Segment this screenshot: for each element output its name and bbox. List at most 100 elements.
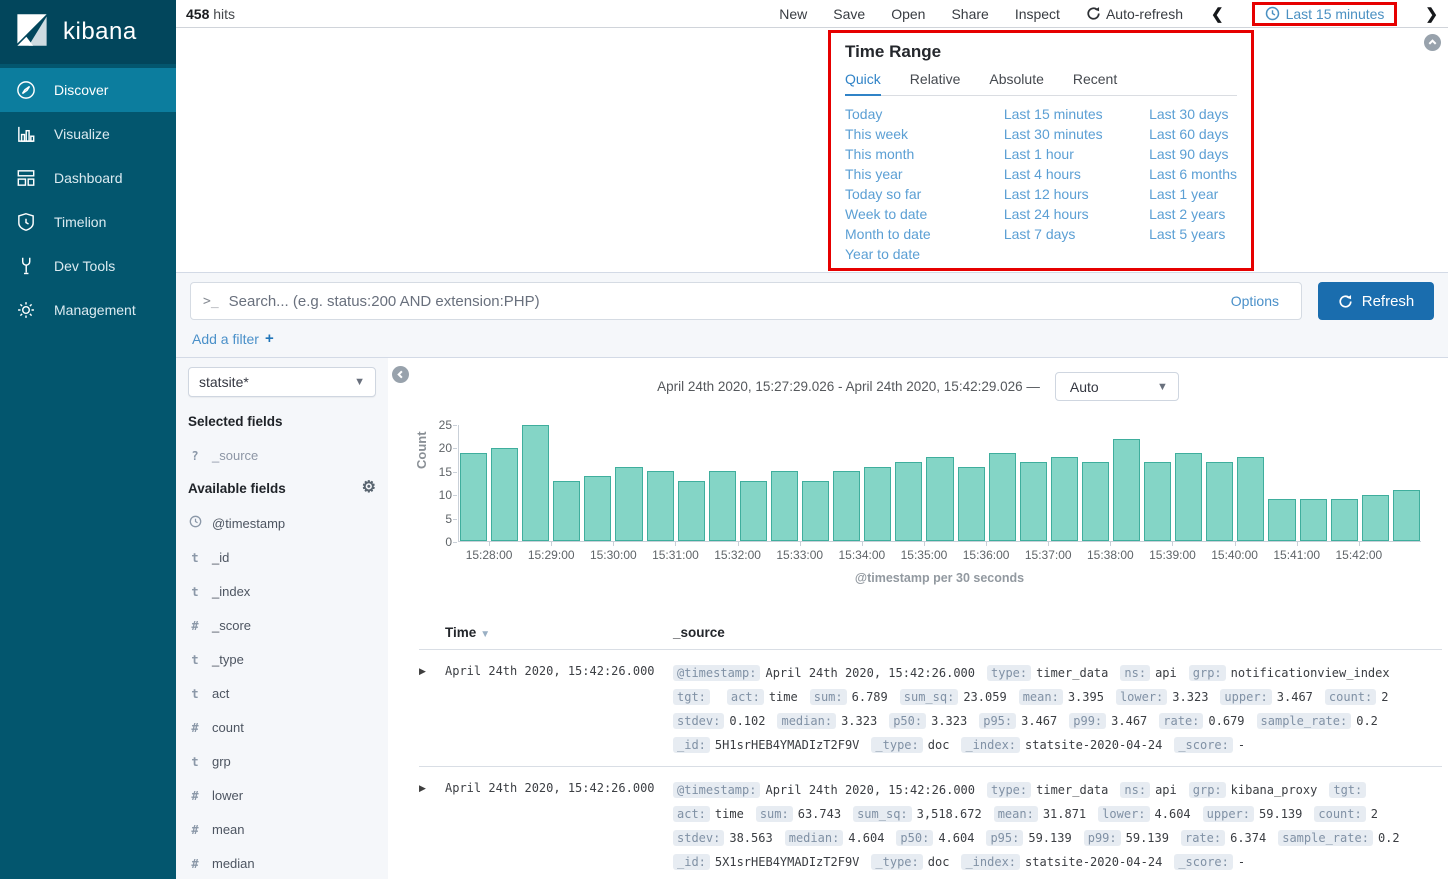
quick-option-last-60-days[interactable]: Last 60 days bbox=[1149, 124, 1237, 144]
options-link[interactable]: Options bbox=[1209, 293, 1301, 309]
histogram-bar[interactable] bbox=[584, 476, 611, 541]
expand-row-button[interactable]: ▶ bbox=[419, 663, 445, 754]
doc-field-pair: sum_sq:3,518.672 bbox=[853, 804, 982, 823]
field--id[interactable]: t_id bbox=[188, 550, 376, 565]
histogram-bar[interactable] bbox=[833, 471, 860, 541]
menu-item-open[interactable]: Open bbox=[891, 6, 925, 22]
histogram-bar[interactable] bbox=[771, 471, 798, 541]
doc-field-pair: sum:63.743 bbox=[756, 804, 841, 823]
histogram-bar[interactable] bbox=[553, 481, 580, 541]
quick-option-last-30-days[interactable]: Last 30 days bbox=[1149, 104, 1237, 124]
field--type[interactable]: t_type bbox=[188, 652, 376, 667]
quick-option-last-5-years[interactable]: Last 5 years bbox=[1149, 224, 1237, 244]
quick-option-last-6-months[interactable]: Last 6 months bbox=[1149, 164, 1237, 184]
auto-refresh-button[interactable]: Auto-refresh bbox=[1086, 6, 1183, 22]
collapse-fields-panel-button[interactable] bbox=[392, 366, 409, 383]
histogram-bar[interactable] bbox=[1393, 490, 1420, 541]
quick-option-this-week[interactable]: This week bbox=[845, 124, 1004, 144]
kibana-logo[interactable]: kibana bbox=[0, 0, 176, 64]
histogram-bar[interactable] bbox=[1206, 462, 1233, 541]
quick-option-last-4-hours[interactable]: Last 4 hours bbox=[1004, 164, 1149, 184]
quick-option-last-12-hours[interactable]: Last 12 hours bbox=[1004, 184, 1149, 204]
sidebar-item-dashboard[interactable]: Dashboard bbox=[0, 156, 176, 200]
quick-option-last-30-minutes[interactable]: Last 30 minutes bbox=[1004, 124, 1149, 144]
field--index[interactable]: t_index bbox=[188, 584, 376, 599]
quick-option-last-1-hour[interactable]: Last 1 hour bbox=[1004, 144, 1149, 164]
time-forward-chevron-icon[interactable]: ❯ bbox=[1423, 5, 1440, 23]
field-settings-gear-icon[interactable]: ⚙ bbox=[362, 480, 376, 496]
menu-item-share[interactable]: Share bbox=[951, 6, 988, 22]
histogram-bar[interactable] bbox=[1237, 457, 1264, 541]
histogram-bar[interactable] bbox=[1113, 439, 1140, 541]
quick-option-last-7-days[interactable]: Last 7 days bbox=[1004, 224, 1149, 244]
sidebar-item-visualize[interactable]: Visualize bbox=[0, 112, 176, 156]
histogram-bar[interactable] bbox=[895, 462, 922, 541]
field-count[interactable]: #count bbox=[188, 720, 376, 735]
histogram-bar[interactable] bbox=[740, 481, 767, 541]
quick-option-last-24-hours[interactable]: Last 24 hours bbox=[1004, 204, 1149, 224]
quick-option-last-1-year[interactable]: Last 1 year bbox=[1149, 184, 1237, 204]
sidebar-item-dev-tools[interactable]: Dev Tools bbox=[0, 244, 176, 288]
quick-option-week-to-date[interactable]: Week to date bbox=[845, 204, 1004, 224]
histogram-bar[interactable] bbox=[802, 481, 829, 541]
histogram-bar[interactable] bbox=[989, 453, 1016, 541]
histogram-bar[interactable] bbox=[864, 467, 891, 541]
refresh-button[interactable]: Refresh bbox=[1318, 282, 1434, 320]
histogram-bar[interactable] bbox=[491, 448, 518, 541]
field--source[interactable]: ?_source bbox=[188, 448, 376, 463]
histogram-bar[interactable] bbox=[678, 481, 705, 541]
sidebar-item-timelion[interactable]: Timelion bbox=[0, 200, 176, 244]
field-mean[interactable]: #mean bbox=[188, 822, 376, 837]
histogram-bar[interactable] bbox=[1051, 457, 1078, 541]
menu-item-inspect[interactable]: Inspect bbox=[1015, 6, 1060, 22]
field--timestamp[interactable]: @timestamp bbox=[188, 515, 376, 531]
quick-option-this-year[interactable]: This year bbox=[845, 164, 1004, 184]
field-grp[interactable]: tgrp bbox=[188, 754, 376, 769]
field-median[interactable]: #median bbox=[188, 856, 376, 871]
field-lower[interactable]: #lower bbox=[188, 788, 376, 803]
histogram-bar[interactable] bbox=[1020, 462, 1047, 541]
tab-recent[interactable]: Recent bbox=[1073, 71, 1117, 95]
tab-relative[interactable]: Relative bbox=[910, 71, 961, 95]
add-filter-link[interactable]: Add a filter bbox=[192, 331, 259, 347]
histogram-bar[interactable] bbox=[1175, 453, 1202, 541]
quick-option-this-month[interactable]: This month bbox=[845, 144, 1004, 164]
sidebar-item-management[interactable]: Management bbox=[0, 288, 176, 332]
search-input[interactable] bbox=[229, 293, 1209, 310]
quick-option-last-15-minutes[interactable]: Last 15 minutes bbox=[1004, 104, 1149, 124]
tab-quick[interactable]: Quick bbox=[845, 71, 881, 96]
tab-absolute[interactable]: Absolute bbox=[989, 71, 1043, 95]
quick-option-today-so-far[interactable]: Today so far bbox=[845, 184, 1004, 204]
time-picker-button[interactable]: Last 15 minutes bbox=[1252, 2, 1398, 26]
collapse-up-button[interactable] bbox=[1424, 34, 1441, 51]
histogram-bar[interactable] bbox=[1268, 499, 1295, 541]
interval-select[interactable]: Auto ▼ bbox=[1055, 372, 1179, 401]
quick-option-last-90-days[interactable]: Last 90 days bbox=[1149, 144, 1237, 164]
histogram-bar[interactable] bbox=[709, 471, 736, 541]
histogram-bar[interactable] bbox=[1144, 462, 1171, 541]
quick-option-year-to-date[interactable]: Year to date bbox=[845, 244, 1004, 264]
index-pattern-select[interactable]: statsite* ▼ bbox=[188, 367, 376, 397]
histogram-bar[interactable] bbox=[522, 425, 549, 541]
menu-item-new[interactable]: New bbox=[779, 6, 807, 22]
histogram-bar[interactable] bbox=[647, 471, 674, 541]
time-column-header[interactable]: Time▼ bbox=[445, 625, 673, 640]
histogram-bar[interactable] bbox=[1331, 499, 1358, 541]
time-back-chevron-icon[interactable]: ❮ bbox=[1209, 5, 1226, 23]
histogram-bar[interactable] bbox=[926, 457, 953, 541]
histogram-bar[interactable] bbox=[460, 453, 487, 541]
quick-option-month-to-date[interactable]: Month to date bbox=[845, 224, 1004, 244]
quick-option-last-2-years[interactable]: Last 2 years bbox=[1149, 204, 1237, 224]
histogram-bar[interactable] bbox=[958, 467, 985, 541]
plus-icon[interactable]: + bbox=[265, 330, 274, 347]
menu-item-save[interactable]: Save bbox=[833, 6, 865, 22]
histogram-bar[interactable] bbox=[615, 467, 642, 541]
field--score[interactable]: #_score bbox=[188, 618, 376, 633]
expand-row-button[interactable]: ▶ bbox=[419, 780, 445, 871]
histogram-bar[interactable] bbox=[1362, 495, 1389, 541]
histogram-bar[interactable] bbox=[1300, 499, 1327, 541]
field-act[interactable]: tact bbox=[188, 686, 376, 701]
quick-option-today[interactable]: Today bbox=[845, 104, 1004, 124]
sidebar-item-discover[interactable]: Discover bbox=[0, 68, 176, 112]
histogram-bar[interactable] bbox=[1082, 462, 1109, 541]
